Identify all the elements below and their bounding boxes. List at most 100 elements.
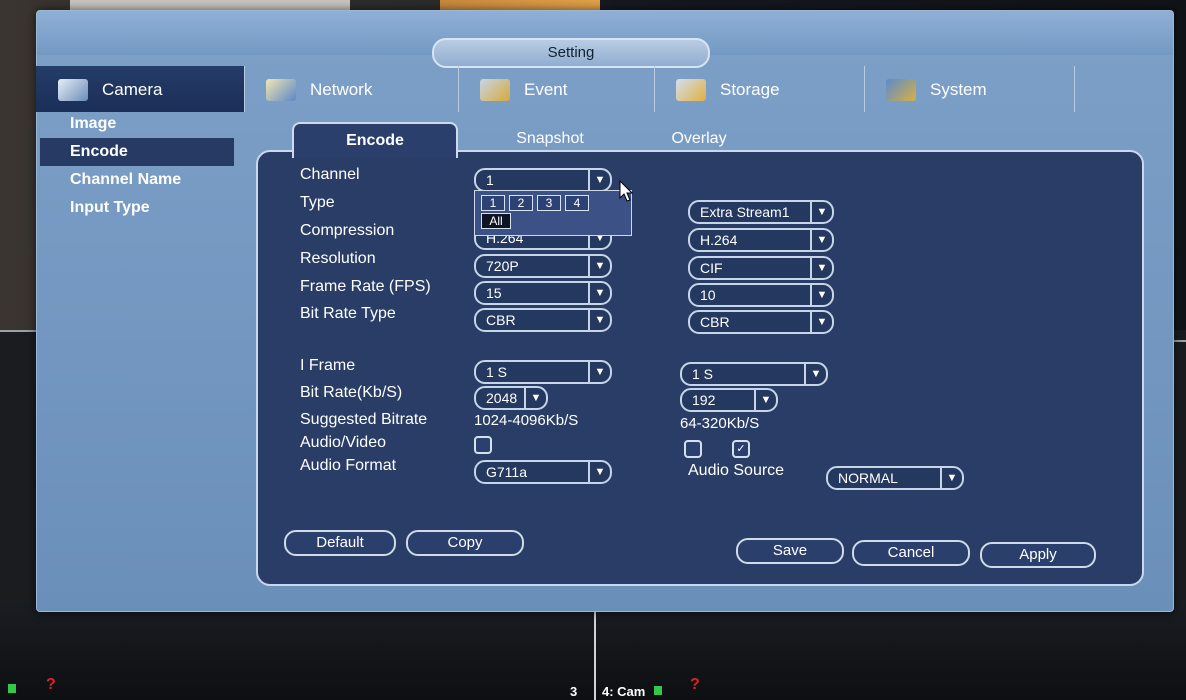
audio-source-select-value: NORMAL bbox=[838, 470, 898, 486]
nav-item-system[interactable]: System bbox=[864, 66, 1075, 112]
channel-select-value: 1 bbox=[486, 172, 494, 188]
audio-video-label: Audio/Video bbox=[300, 434, 386, 451]
network-icon bbox=[266, 78, 296, 101]
audio-format-select[interactable]: G711a ▼ bbox=[474, 460, 612, 484]
nav-item-event[interactable]: Event bbox=[458, 66, 655, 112]
audio-source-select[interactable]: NORMAL ▼ bbox=[826, 466, 964, 490]
nav-item-storage[interactable]: Storage bbox=[654, 66, 865, 112]
bit-rate-select-extra-value: 192 bbox=[692, 392, 716, 408]
compression-select-extra-value: H.264 bbox=[700, 232, 738, 248]
channel-option-1[interactable]: 1 bbox=[481, 195, 505, 211]
channel-option-2[interactable]: 2 bbox=[509, 195, 533, 211]
bit-rate-label: Bit Rate(Kb/S) bbox=[300, 384, 403, 401]
default-button[interactable]: Default bbox=[284, 530, 396, 556]
chevron-down-icon: ▼ bbox=[810, 230, 832, 250]
compression-label: Compression bbox=[300, 222, 395, 239]
chevron-down-icon: ▼ bbox=[524, 388, 546, 408]
sidebar-item-image[interactable]: Image bbox=[40, 110, 234, 138]
bit-rate-type-select-main-value: CBR bbox=[486, 312, 516, 328]
resolution-select-main-value: 720P bbox=[486, 258, 519, 274]
screen-divider-left bbox=[0, 330, 40, 332]
recording-icon bbox=[654, 686, 662, 695]
status-alert-icon: ? bbox=[46, 676, 56, 693]
suggested-bitrate-label: Suggested Bitrate bbox=[300, 411, 428, 428]
resolution-label: Resolution bbox=[300, 250, 376, 267]
system-icon bbox=[886, 78, 916, 101]
suggested-bitrate-extra: 64-320Kb/S bbox=[680, 415, 760, 432]
save-button[interactable]: Save bbox=[736, 538, 844, 564]
frame-rate-label: Frame Rate (FPS) bbox=[300, 278, 431, 295]
bit-rate-type-label: Bit Rate Type bbox=[300, 305, 396, 322]
resolution-select-extra-value: CIF bbox=[700, 260, 723, 276]
type-select-extra[interactable]: Extra Stream1 ▼ bbox=[688, 200, 834, 224]
chevron-down-icon: ▼ bbox=[588, 462, 610, 482]
chevron-down-icon: ▼ bbox=[810, 285, 832, 305]
sidebar-item-channel-name[interactable]: Channel Name bbox=[40, 166, 234, 194]
sidebar-item-input-type[interactable]: Input Type bbox=[40, 194, 234, 222]
nav-item-network[interactable]: Network bbox=[244, 66, 459, 112]
resolution-select-extra[interactable]: CIF ▼ bbox=[688, 256, 834, 280]
camera-label: 4: Cam bbox=[602, 684, 646, 699]
audio-format-select-value: G711a bbox=[486, 464, 527, 480]
bit-rate-select-extra[interactable]: 192 ▼ bbox=[680, 388, 778, 412]
channel-option-4[interactable]: 4 bbox=[565, 195, 589, 211]
resolution-select-main[interactable]: 720P ▼ bbox=[474, 254, 612, 278]
screen-divider-vertical bbox=[594, 600, 596, 700]
nav-item-camera[interactable]: Camera bbox=[36, 66, 245, 112]
audio-video-checkbox-extra[interactable] bbox=[684, 440, 702, 458]
channel-option-all[interactable]: All bbox=[481, 213, 511, 229]
frame-rate-select-extra-value: 10 bbox=[700, 287, 716, 303]
frame-rate-select-main[interactable]: 15 ▼ bbox=[474, 281, 612, 305]
frame-rate-select-extra[interactable]: 10 ▼ bbox=[688, 283, 834, 307]
suggested-bitrate-main: 1024-4096Kb/S bbox=[474, 412, 579, 429]
chevron-down-icon: ▼ bbox=[588, 362, 610, 382]
chevron-down-icon: ▼ bbox=[940, 468, 962, 488]
check-icon: ✓ bbox=[736, 443, 746, 455]
tab-encode[interactable]: Encode bbox=[292, 122, 458, 158]
i-frame-select-extra[interactable]: 1 S ▼ bbox=[680, 362, 828, 386]
chevron-down-icon: ▼ bbox=[588, 283, 610, 303]
channel-select[interactable]: 1 ▼ bbox=[474, 168, 612, 192]
channel-number: 3 bbox=[570, 684, 578, 699]
bit-rate-type-select-extra-value: CBR bbox=[700, 314, 730, 330]
bit-rate-type-select-main[interactable]: CBR ▼ bbox=[474, 308, 612, 332]
i-frame-select-main[interactable]: 1 S ▼ bbox=[474, 360, 612, 384]
status-alert-icon-2: ? bbox=[690, 676, 700, 693]
tab-snapshot[interactable]: Snapshot bbox=[490, 122, 610, 156]
cancel-button[interactable]: Cancel bbox=[852, 540, 970, 566]
window-title: Setting bbox=[432, 38, 710, 68]
chevron-down-icon: ▼ bbox=[804, 364, 826, 384]
sidebar: Image Encode Channel Name Input Type bbox=[40, 110, 234, 222]
chevron-down-icon: ▼ bbox=[754, 390, 776, 410]
bit-rate-select-main[interactable]: 2048 ▼ bbox=[474, 386, 548, 410]
frame-rate-select-main-value: 15 bbox=[486, 285, 502, 301]
nav-item-camera-label: Camera bbox=[102, 79, 163, 99]
audio-source-label: Audio Source bbox=[688, 462, 785, 479]
bit-rate-type-select-extra[interactable]: CBR ▼ bbox=[688, 310, 834, 334]
copy-button[interactable]: Copy bbox=[406, 530, 524, 556]
apply-button[interactable]: Apply bbox=[980, 542, 1096, 568]
channel-dropdown-popup: 1 2 3 4 All bbox=[474, 190, 632, 236]
audio-format-label: Audio Format bbox=[300, 457, 397, 474]
nav-item-storage-label: Storage bbox=[720, 79, 780, 99]
chevron-down-icon: ▼ bbox=[588, 256, 610, 276]
camera-icon bbox=[58, 78, 88, 101]
mouse-cursor-icon bbox=[619, 180, 633, 202]
chevron-down-icon: ▼ bbox=[588, 170, 610, 190]
background-scene-bottom bbox=[0, 600, 1186, 700]
audio-video-checkbox-main[interactable] bbox=[474, 436, 492, 454]
bit-rate-select-main-value: 2048 bbox=[486, 390, 518, 406]
channel-option-3[interactable]: 3 bbox=[537, 195, 561, 211]
i-frame-select-main-value: 1 S bbox=[486, 364, 508, 380]
nav-item-system-label: System bbox=[930, 79, 987, 99]
channel-label: Channel bbox=[300, 166, 360, 183]
nav-item-event-label: Event bbox=[524, 79, 568, 99]
compression-select-extra[interactable]: H.264 ▼ bbox=[688, 228, 834, 252]
event-icon bbox=[480, 78, 510, 101]
tab-overlay[interactable]: Overlay bbox=[644, 122, 754, 156]
chevron-down-icon: ▼ bbox=[810, 202, 832, 222]
audio-video-checkbox-extra-checked[interactable]: ✓ bbox=[732, 440, 750, 458]
status-indicator-green bbox=[8, 684, 16, 693]
sidebar-item-encode[interactable]: Encode bbox=[40, 138, 234, 166]
i-frame-select-extra-value: 1 S bbox=[692, 366, 714, 382]
